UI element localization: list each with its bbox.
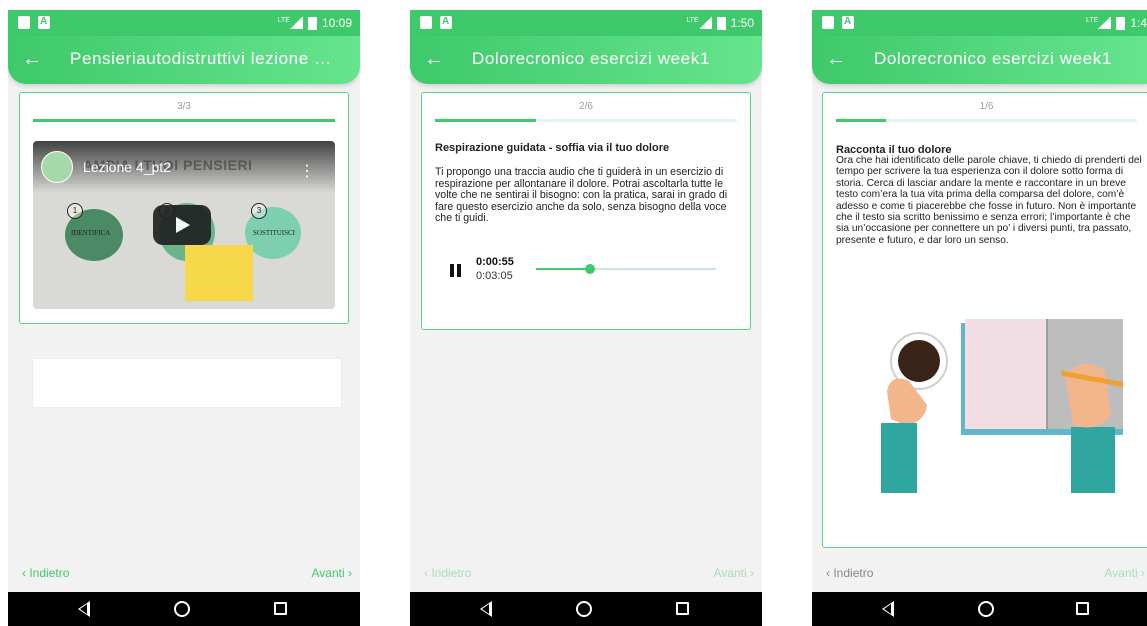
prev-label: Indietro [431,566,472,580]
pause-icon[interactable] [450,264,461,277]
nav-back-icon[interactable] [480,601,492,617]
system-nav-bar [812,592,1147,626]
channel-avatar [41,151,73,183]
video-player[interactable]: 1 2 3 IDENTIFICA SOSTITUISCI AMPIA I TUO… [33,141,335,309]
nav-home-icon[interactable] [174,601,190,617]
app-title: Dolorecronico esercizi week1 [472,49,710,68]
app-bar: ← Dolorecronico esercizi week1 [812,36,1147,84]
system-nav-bar [410,592,762,626]
slide-label-sostituisci: SOSTITUISCI [253,229,296,237]
step-counter: 2/6 [579,101,593,112]
battery-icon [307,16,317,30]
progress-bar [435,119,737,122]
slide-step-3: 3 [251,203,267,219]
audio-seek-thumb[interactable] [585,264,595,274]
status-bar: LTE1:50 [410,10,762,36]
nav-recents-icon[interactable] [676,602,689,615]
nav-recents-icon[interactable] [1076,602,1089,615]
back-arrow-icon[interactable]: ← [424,48,444,70]
signal-icon [697,17,712,29]
progress-fill [435,119,536,122]
step-counter: 1/6 [979,101,994,112]
nav-back-icon[interactable] [78,601,90,617]
chevron-right-icon: › [344,566,352,580]
more-options-icon[interactable]: ⋮ [299,161,315,181]
sd-card-icon [822,16,834,29]
progress-fill [836,119,887,122]
back-arrow-icon[interactable]: ← [826,48,846,70]
writing-illustration [881,319,1123,493]
nav-recents-icon[interactable] [274,602,287,615]
sd-card-icon [18,16,30,29]
next-button[interactable]: Avanti › [312,566,352,580]
slide-label-identifica: IDENTIFICA [71,229,111,237]
nav-back-icon[interactable] [882,601,894,617]
section-body: Ora che hai identificato delle parole ch… [836,155,1142,246]
notification-a-icon [440,16,452,29]
app-bar: ← Pensieriautodistruttivi lezione … [8,36,360,84]
step-counter: 3/3 [177,101,191,112]
right-sleeve [1071,427,1115,493]
next-button[interactable]: Avanti › [714,566,754,580]
battery-icon [716,16,726,30]
status-time: 1:50 [730,16,754,30]
audio-current-time: 0:00:55 [476,256,514,268]
status-time: 10:09 [321,16,352,30]
chevron-right-icon: › [1137,566,1145,580]
play-button[interactable] [153,205,211,245]
chevron-right-icon: › [746,566,754,580]
app-title: Pensieriautodistruttivi lezione … [70,49,332,68]
audio-seek-fill [536,268,590,270]
audio-total-time: 0:03:05 [476,270,513,282]
progress-fill [33,119,335,122]
next-label: Avanti [1104,566,1138,580]
signal-icon [1097,17,1112,29]
system-nav-bar [8,592,360,626]
next-button[interactable]: Avanti › [1105,566,1145,580]
prev-button[interactable]: ‹ Indietro [826,566,873,580]
status-bar: LTE1:4 [812,10,1147,36]
status-bar: LTE10:09 [8,10,360,36]
nav-home-icon[interactable] [978,601,994,617]
prev-label: Indietro [833,566,874,580]
section-body: Ti propongo una traccia audio che ti gui… [435,166,728,225]
video-title: Lezione 4_pt2 [83,159,171,175]
prev-button[interactable]: ‹ Indietro [22,566,69,580]
phone-screen-2: LTE1:50 ← Dolorecronico esercizi week1 2… [410,10,762,626]
nav-home-icon[interactable] [576,601,592,617]
phone-screen-1: LTE10:09 ← Pensieriautodistruttivi lezio… [8,10,360,626]
lesson-card: 3/3 1 2 3 IDENTIFICA SOSTITUISCI AMPIA I… [19,92,349,324]
next-label: Avanti [311,566,345,580]
progress-bar [33,119,335,122]
app-bar: ← Dolorecronico esercizi week1 [410,36,762,84]
slide-step-1: 1 [67,203,83,219]
next-label: Avanti [713,566,747,580]
notification-a-icon [842,16,854,29]
empty-placeholder [32,358,342,408]
section-title: Respirazione guidata - soffia via il tuo… [435,142,670,154]
app-title: Dolorecronico esercizi week1 [874,49,1112,68]
prev-label: Indietro [29,566,70,580]
back-arrow-icon[interactable]: ← [22,48,42,70]
sd-card-icon [420,16,432,29]
sticky-note [185,245,253,301]
prev-button[interactable]: ‹ Indietro [424,566,471,580]
phone-screen-3: LTE1:4 ← Dolorecronico esercizi week1 1/… [812,10,1147,626]
progress-bar [836,119,1137,122]
left-sleeve [881,423,917,493]
signal-icon [288,17,303,29]
notebook-left-page [965,319,1047,429]
battery-icon [1116,16,1126,30]
audio-seek-slider[interactable] [536,264,716,274]
exercise-card: 2/6 Respirazione guidata - soffia via il… [421,92,751,330]
notification-a-icon [38,16,50,29]
status-time: 1:4 [1130,16,1147,30]
exercise-card: 1/6 Racconta il tuo dolore Ora che hai i… [822,92,1147,548]
